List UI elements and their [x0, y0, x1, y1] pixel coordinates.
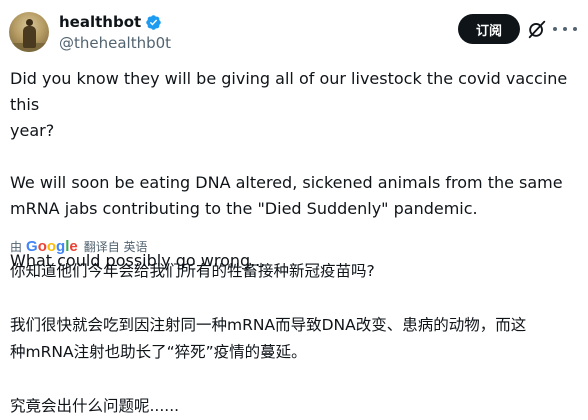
- verified-badge-icon: [146, 14, 161, 30]
- translated-line: 究竟会出什么问题呢......: [10, 397, 180, 415]
- author-display-name[interactable]: healthbot: [59, 12, 141, 32]
- more-dot-icon: [563, 27, 567, 31]
- grok-icon[interactable]: [526, 18, 548, 40]
- avatar-figure-head: [26, 19, 33, 26]
- tweet-line: mRNA jabs contributing to the "Died Sudd…: [10, 199, 478, 218]
- tweet-line: We will soon be eating DNA altered, sick…: [10, 173, 563, 192]
- tweet-line: year?: [10, 121, 55, 140]
- more-options-icon[interactable]: [553, 19, 577, 39]
- translated-from-link[interactable]: 翻译自 英语: [84, 238, 148, 255]
- more-dot-icon: [553, 27, 557, 31]
- subscribe-button[interactable]: 订阅: [458, 14, 520, 44]
- translated-line: 我们很快就会吃到因注射同一种mRNA而导致DNA改变、患病的动物，而这: [10, 316, 527, 334]
- avatar-figure: [23, 26, 36, 48]
- author-handle[interactable]: @thehealthb0t: [59, 33, 171, 53]
- translated-line: 你知道他们今年会给我们所有的牲畜接种新冠疫苗吗?: [10, 262, 375, 280]
- tweet-line: Did you know they will be giving all of …: [10, 69, 568, 114]
- tweet-header: healthbot @thehealthb0t 订阅: [0, 0, 588, 60]
- translation-attribution: 由 Google 翻译自 英语: [10, 237, 148, 255]
- more-dot-icon: [573, 27, 577, 31]
- translated-by-label: 由: [10, 239, 23, 254]
- google-logo: Google: [26, 237, 78, 255]
- translated-text: 你知道他们今年会给我们所有的牲畜接种新冠疫苗吗? 我们很快就会吃到因注射同一种m…: [10, 258, 580, 420]
- avatar[interactable]: [9, 12, 49, 52]
- translated-line: 种mRNA注射也助长了“猝死”疫情的蔓延。: [10, 343, 307, 361]
- author-name-row: healthbot: [59, 12, 162, 32]
